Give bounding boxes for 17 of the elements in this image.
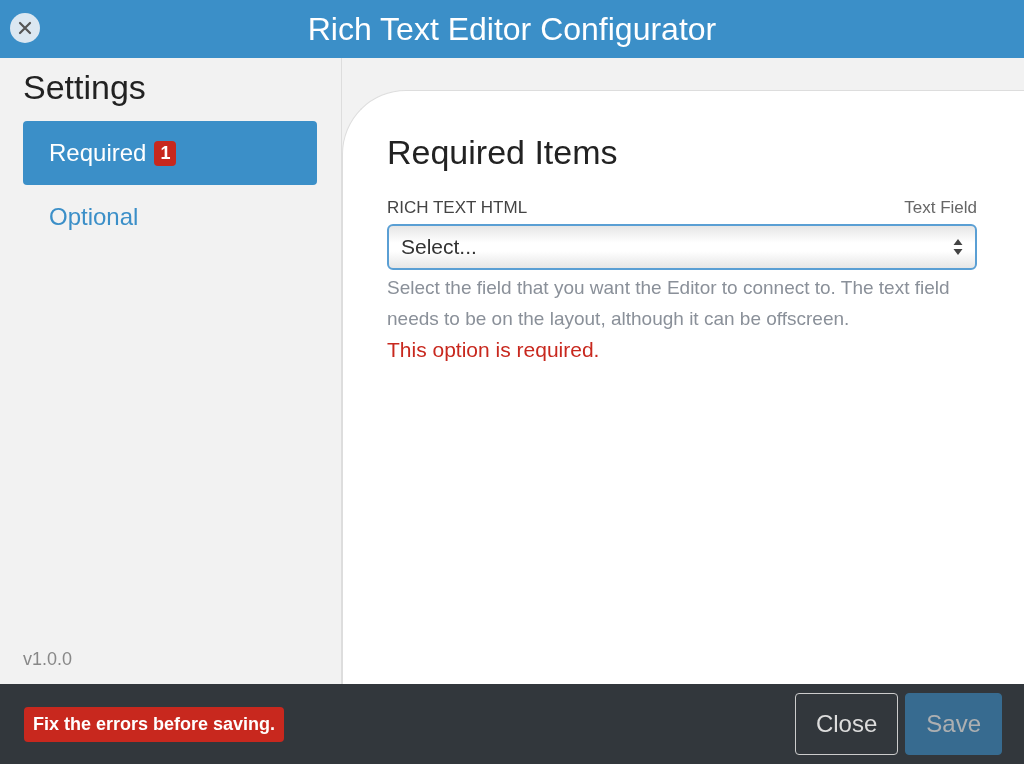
field-type-label: Text Field <box>904 198 977 218</box>
close-button[interactable]: Close <box>794 693 899 755</box>
close-button[interactable] <box>10 13 40 43</box>
validation-error: This option is required. <box>387 338 601 362</box>
sidebar-item[interactable]: Required 1 <box>23 121 317 185</box>
version-label: v1.0.0 <box>23 649 74 670</box>
sidebar-item[interactable]: Optional <box>23 185 317 249</box>
sidebar-title: Settings <box>23 68 147 107</box>
window-title: Rich Text Editor Configurator <box>307 10 717 48</box>
help-text: Select the field that you want the Editor to connect to. The text field needs to be on the layout, although it can be offscreen. <box>387 276 951 331</box>
error-message: Fix the errors before saving. <box>24 706 285 742</box>
error-count-badge: 1 <box>154 140 177 166</box>
close-icon <box>18 21 32 35</box>
select-dropdown[interactable]: Select... <box>387 224 977 270</box>
field-label: RICH TEXT HTML <box>387 198 528 218</box>
section-heading: Required Items <box>387 133 619 172</box>
updown-caret-icon <box>953 238 963 256</box>
